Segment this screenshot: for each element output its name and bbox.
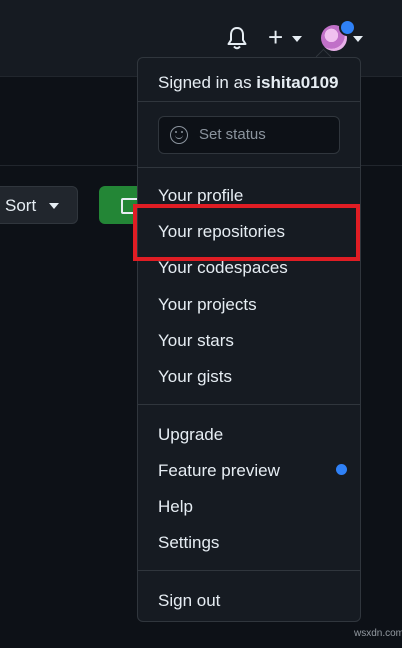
menu-item-your-projects[interactable]: Your projects bbox=[158, 294, 257, 316]
sort-button[interactable]: Sort bbox=[0, 186, 78, 224]
set-status-label: Set status bbox=[199, 126, 266, 143]
watermark: wsxdn.com bbox=[354, 628, 402, 639]
sort-label: Sort bbox=[5, 196, 37, 215]
user-dropdown-menu: Signed in as ishita0109 Set status Your … bbox=[137, 57, 361, 622]
notification-dot bbox=[339, 19, 356, 36]
divider bbox=[138, 167, 360, 168]
divider bbox=[138, 404, 360, 405]
signed-in-prefix: Signed in as bbox=[158, 73, 257, 92]
divider bbox=[138, 101, 360, 102]
chevron-down-icon bbox=[49, 203, 59, 209]
menu-item-settings[interactable]: Settings bbox=[158, 532, 219, 554]
set-status-button[interactable]: Set status bbox=[158, 116, 340, 154]
divider bbox=[138, 570, 360, 571]
smiley-icon bbox=[170, 126, 188, 144]
menu-item-help[interactable]: Help bbox=[158, 496, 193, 518]
bell-icon[interactable] bbox=[226, 26, 248, 50]
plus-icon[interactable]: + bbox=[268, 24, 283, 50]
feature-preview-badge bbox=[336, 464, 347, 475]
menu-item-sign-out[interactable]: Sign out bbox=[158, 590, 220, 612]
signed-in-text: Signed in as ishita0109 bbox=[158, 72, 339, 94]
chevron-down-icon[interactable] bbox=[292, 36, 302, 42]
chevron-down-icon[interactable] bbox=[353, 36, 363, 42]
menu-item-your-gists[interactable]: Your gists bbox=[158, 366, 232, 388]
menu-item-your-stars[interactable]: Your stars bbox=[158, 330, 234, 352]
menu-item-upgrade[interactable]: Upgrade bbox=[158, 424, 223, 446]
username: ishita0109 bbox=[256, 73, 339, 92]
highlight-annotation-box bbox=[133, 204, 360, 261]
menu-item-feature-preview[interactable]: Feature preview bbox=[158, 460, 280, 482]
